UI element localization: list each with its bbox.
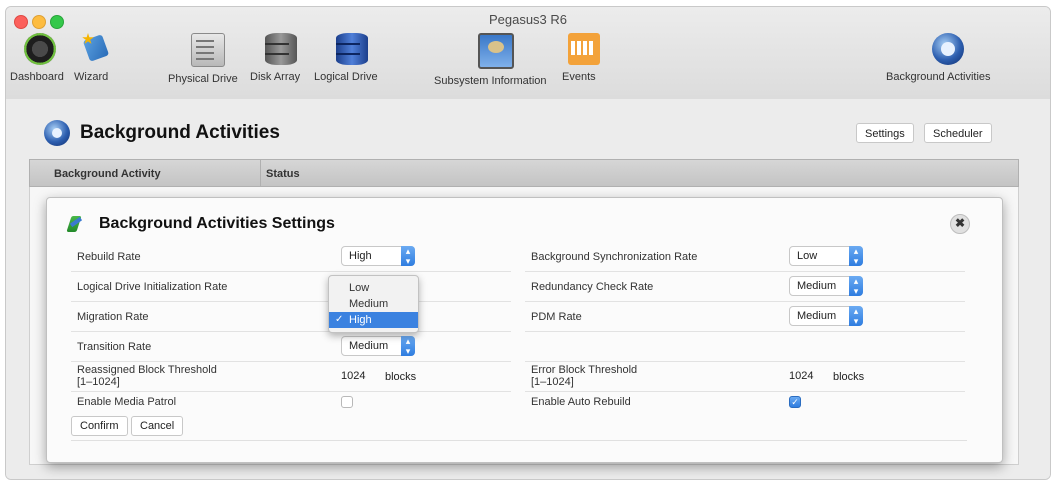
row-bg-sync-rate: Background Synchronization Rate Low ▴ ▾ [525, 242, 965, 272]
toolbar-background-activities-label: Background Activities [886, 71, 991, 83]
row-rebuild-rate: Rebuild Rate High ▴ ▾ [71, 242, 511, 272]
select-arrows-icon: ▴ ▾ [849, 306, 863, 326]
transition-rate-label: Transition Rate [77, 341, 152, 353]
auto-rebuild-label: Enable Auto Rebuild [531, 396, 631, 408]
dialog-header: Background Activities Settings [67, 212, 335, 236]
transition-rate-select[interactable]: Medium ▴ ▾ [341, 336, 415, 356]
toolbar-physical-drive[interactable]: Physical Drive [168, 33, 248, 93]
bg-sync-rate-value: Low [797, 250, 818, 262]
scheduler-button[interactable]: Scheduler [924, 123, 992, 143]
toolbar-subsystem-information[interactable]: Subsystem Information [434, 33, 558, 93]
toolbar-physical-drive-label: Physical Drive [168, 73, 238, 85]
toolbar-dashboard-label: Dashboard [10, 71, 64, 83]
select-arrows-icon: ▴ ▾ [849, 276, 863, 296]
pdm-rate-value: Medium [797, 310, 837, 322]
settings-dialog: Background Activities Settings ✖ Rebuild… [46, 197, 1003, 463]
rebuild-rate-select[interactable]: High ▴ ▾ [341, 246, 415, 266]
dashboard-icon [24, 33, 56, 65]
row-transition-rate: Transition Rate Medium ▴ ▾ [71, 332, 511, 362]
reassigned-block-range: [1–1024] [77, 376, 120, 388]
window-title: Pegasus3 R6 [488, 12, 568, 27]
subsystem-information-icon [478, 33, 514, 69]
pdm-rate-select[interactable]: Medium ▴ ▾ [789, 306, 863, 326]
media-patrol-label: Enable Media Patrol [77, 396, 177, 408]
row-migration-rate: Migration Rate [71, 302, 511, 332]
redundancy-rate-select[interactable]: Medium ▴ ▾ [789, 276, 863, 296]
row-redundancy-rate: Redundancy Check Rate Medium ▴ ▾ [525, 272, 965, 302]
divider [71, 440, 967, 441]
toolbar-subsystem-information-label: Subsystem Information [434, 75, 547, 87]
page-header: Background Activities [44, 119, 280, 147]
toolbar-events[interactable]: Events [562, 33, 606, 93]
bg-sync-rate-label: Background Synchronization Rate [531, 251, 698, 263]
reassigned-block-label: Reassigned Block Threshold [77, 364, 217, 376]
transition-rate-value: Medium [349, 340, 389, 352]
row-auto-rebuild: Enable Auto Rebuild ✓ [525, 392, 965, 412]
app-window: Pegasus3 R6 Dashboard Wizard Physical Dr… [5, 6, 1051, 480]
events-icon [568, 33, 600, 65]
row-reassigned-block: Reassigned Block Threshold [1–1024] 1024… [71, 362, 511, 392]
select-arrows-icon: ▴ ▾ [401, 336, 415, 356]
toolbar-disk-array-label: Disk Array [250, 71, 301, 83]
wizard-icon [80, 33, 112, 65]
column-background-activity[interactable]: Background Activity [54, 168, 161, 180]
rebuild-rate-value: High [349, 250, 372, 262]
settings-button[interactable]: Settings [856, 123, 914, 143]
toolbar-logical-drive-label: Logical Drive [314, 71, 378, 83]
dropdown-option-medium[interactable]: Medium [329, 296, 418, 312]
media-patrol-checkbox[interactable] [341, 396, 353, 408]
page-title: Background Activities [80, 122, 280, 143]
physical-drive-icon [191, 33, 225, 67]
toolbar-dashboard[interactable]: Dashboard [10, 33, 70, 93]
confirm-button[interactable]: Confirm [71, 416, 128, 436]
dropdown-option-high[interactable]: ✓ High [329, 312, 418, 328]
reassigned-block-input[interactable]: 1024 [341, 366, 381, 386]
ld-init-rate-label: Logical Drive Initialization Rate [77, 281, 228, 293]
reassigned-block-unit: blocks [385, 371, 417, 383]
logical-drive-icon [336, 33, 368, 65]
main-content: Background Activities Settings Scheduler… [6, 99, 1050, 479]
title-bar: Pegasus3 R6 Dashboard Wizard Physical Dr… [6, 7, 1050, 100]
checkmark-icon: ✓ [335, 314, 344, 325]
row-ld-init-rate: Logical Drive Initialization Rate [71, 272, 511, 302]
settings-pen-icon [67, 215, 83, 233]
toolbar-background-activities[interactable]: Background Activities [886, 33, 1010, 93]
toolbar-wizard-label: Wizard [74, 71, 109, 83]
redundancy-rate-value: Medium [797, 280, 837, 292]
toolbar-disk-array[interactable]: Disk Array [250, 33, 312, 93]
toolbar-logical-drive[interactable]: Logical Drive [314, 33, 390, 93]
auto-rebuild-checkbox[interactable]: ✓ [789, 396, 801, 408]
toolbar-wizard[interactable]: Wizard [74, 33, 118, 93]
dropdown-option-low[interactable]: Low [329, 280, 418, 296]
close-dialog-button[interactable]: ✖ [950, 214, 970, 234]
error-block-range: [1–1024] [531, 376, 574, 388]
dropdown-option-high-label: High [349, 314, 372, 326]
select-arrows-icon: ▴ ▾ [849, 246, 863, 266]
background-activities-icon [932, 33, 964, 65]
row-pdm-rate: PDM Rate Medium ▴ ▾ [525, 302, 965, 332]
row-error-block: Error Block Threshold [1–1024] 1024 bloc… [525, 362, 965, 392]
row-media-patrol: Enable Media Patrol [71, 392, 511, 412]
toolbar-events-label: Events [562, 71, 596, 83]
pdm-rate-label: PDM Rate [531, 311, 582, 323]
error-block-input[interactable]: 1024 [789, 366, 829, 386]
redundancy-rate-label: Redundancy Check Rate [531, 281, 654, 293]
table-header: Background Activity Status [29, 159, 1019, 187]
rate-dropdown-menu: Low Medium ✓ High [328, 275, 419, 333]
rebuild-rate-label: Rebuild Rate [77, 251, 141, 263]
background-activities-icon [44, 120, 70, 146]
row-empty [525, 332, 965, 362]
column-divider [260, 160, 261, 186]
error-block-unit: blocks [833, 371, 865, 383]
error-block-label: Error Block Threshold [531, 364, 638, 376]
disk-array-icon [265, 33, 297, 65]
select-arrows-icon: ▴ ▾ [401, 246, 415, 266]
bg-sync-rate-select[interactable]: Low ▴ ▾ [789, 246, 863, 266]
cancel-button[interactable]: Cancel [131, 416, 184, 436]
column-status[interactable]: Status [266, 168, 300, 180]
migration-rate-label: Migration Rate [77, 311, 149, 323]
dialog-title: Background Activities Settings [99, 215, 335, 232]
